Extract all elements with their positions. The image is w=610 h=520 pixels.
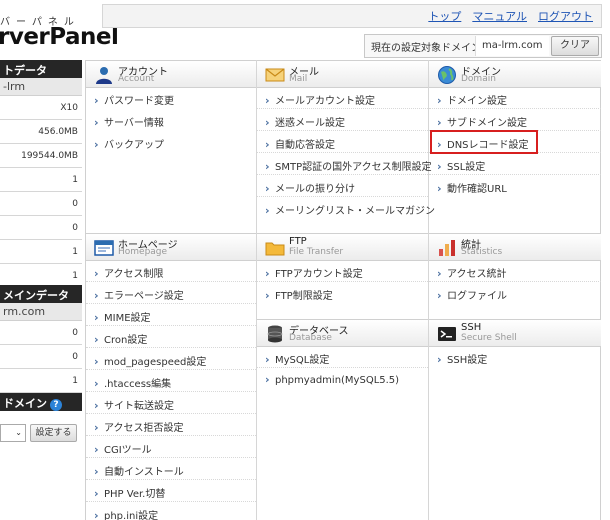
section-account-header: アカウント Account [86, 60, 256, 88]
menu-item-smtp-foreign-restriction[interactable]: SMTP認証の国外アクセス制限設定 [257, 154, 432, 175]
menu-item-php-version[interactable]: PHP Ver.切替 [86, 481, 256, 502]
menu-item-php-ini[interactable]: php.ini設定 [86, 503, 256, 520]
top-nav-bar: トップ マニュアル ログアウト [102, 4, 602, 28]
menu-item-cron[interactable]: Cron設定 [86, 327, 256, 348]
help-icon[interactable]: ? [50, 399, 62, 411]
menu-item-log-file[interactable]: ログファイル [429, 283, 601, 304]
folder-icon [265, 242, 285, 256]
menu-item-site-forwarding[interactable]: サイト転送設定 [86, 393, 256, 414]
target-domain-box: 現在の設定対象ドメイン ma-lrm.com クリア [364, 34, 602, 58]
menu-item-spam-filter[interactable]: 迷惑メール設定 [257, 110, 428, 131]
section-mail-header: メール Mail [257, 60, 428, 88]
target-domain-label: 現在の設定対象ドメイン [371, 43, 481, 54]
logo-title: rverPanel [0, 24, 119, 50]
menu-item-subdomain[interactable]: サブドメイン設定 [429, 110, 601, 131]
section-ftp-header: FTP File Transfer [257, 233, 428, 261]
menu-item-mailing-list[interactable]: メーリングリスト・メールマガジン [257, 198, 435, 219]
sidebar-row: 456.0MB [0, 120, 82, 144]
section-stats-subtitle: Statistics [461, 247, 503, 257]
menu-item-htaccess[interactable]: .htaccess編集 [86, 371, 256, 392]
section-domain-subtitle: Domain [461, 74, 496, 84]
sidebar-domain-title: ドメイン? [0, 393, 82, 411]
section-homepage-header: ホームページ Homepage [86, 233, 256, 261]
menu-item-auto-install[interactable]: 自動インストール [86, 459, 256, 480]
menu-item-ftp-account[interactable]: FTPアカウント設定 [257, 261, 428, 282]
section-mail-subtitle: Mail [289, 74, 308, 84]
sidebar-row: 1 [0, 240, 82, 264]
menu-item-domain-settings[interactable]: ドメイン設定 [429, 88, 601, 109]
section-database-subtitle: Database [289, 333, 332, 343]
section-domain-header: ドメイン Domain [429, 60, 601, 88]
menu-item-mysql[interactable]: MySQL設定 [257, 347, 428, 368]
user-icon [96, 67, 112, 84]
menu-item-ssl[interactable]: SSL設定 [429, 154, 601, 175]
globe-icon [438, 66, 456, 84]
sidebar-row: 1 [0, 369, 82, 393]
clear-button[interactable]: クリア [551, 36, 599, 56]
domain-select[interactable]: ⌄ [0, 424, 26, 442]
menu-item-test-url[interactable]: 動作確認URL [429, 176, 601, 197]
section-ssh-title: SSH [461, 322, 482, 333]
menu-item-cgi-tool[interactable]: CGIツール [86, 437, 256, 458]
target-domain-value: ma-lrm.com [475, 36, 549, 56]
section-ftp-title: FTP [289, 236, 307, 247]
dns-record-highlight [430, 130, 538, 154]
section-ssh-header: SSH Secure Shell [429, 319, 601, 347]
sidebar-row: 199544.0MB [0, 144, 82, 168]
sidebar-row: X10 [0, 96, 82, 120]
sidebar-main-domain-title: メインデータ [0, 285, 82, 303]
bar-chart-icon [439, 240, 455, 256]
menu-item-auto-reply[interactable]: 自動応答設定 [257, 132, 428, 153]
menu-item-password-change[interactable]: パスワード変更 [86, 88, 174, 109]
menu-item-ssh-settings[interactable]: SSH設定 [429, 347, 601, 368]
sidebar-account-name: -lrm [0, 78, 82, 96]
menu-item-backup[interactable]: バックアップ [86, 132, 164, 153]
menu-item-mail-account[interactable]: メールアカウント設定 [257, 88, 428, 109]
sidebar-row: 1 [0, 168, 82, 192]
section-database-header: データベース Database [257, 319, 428, 347]
domain-set-button[interactable]: 設定する [30, 424, 77, 442]
section-ssh-subtitle: Secure Shell [461, 333, 517, 343]
top-link-top[interactable]: トップ [428, 8, 461, 24]
section-stats-header: 統計 Statistics [429, 233, 601, 261]
menu-item-server-info[interactable]: サーバー情報 [86, 110, 164, 131]
sidebar-row: 0 [0, 192, 82, 216]
sidebar-account-data-title: トデータ [0, 60, 82, 78]
menu-item-ftp-restriction[interactable]: FTP制限設定 [257, 283, 428, 304]
sidebar-domain-title-text: ドメイン [3, 397, 47, 410]
menu-item-access-stats[interactable]: アクセス統計 [429, 261, 601, 282]
menu-item-mime[interactable]: MIME設定 [86, 305, 256, 326]
sidebar-row: 0 [0, 216, 82, 240]
menu-item-access-restriction[interactable]: アクセス制限 [86, 261, 256, 282]
section-ftp-subtitle: File Transfer [289, 247, 344, 257]
menu-item-mail-sorting[interactable]: メールの振り分け [257, 176, 428, 197]
menu-item-phpmyadmin[interactable]: phpmyadmin(MySQL5.5) [257, 369, 428, 390]
sidebar-row: 0 [0, 321, 82, 345]
top-nav-links: トップ マニュアル ログアウト [428, 8, 593, 24]
top-link-logout[interactable]: ログアウト [538, 8, 593, 24]
sidebar-row: 0 [0, 345, 82, 369]
section-account-subtitle: Account [118, 74, 155, 84]
menu-item-error-page[interactable]: エラーページ設定 [86, 283, 256, 304]
sidebar-main-domain-name: rm.com [0, 303, 82, 321]
menu-item-access-deny[interactable]: アクセス拒否設定 [86, 415, 256, 436]
top-link-manual[interactable]: マニュアル [472, 8, 527, 24]
database-icon [267, 325, 283, 343]
menu-item-mod-pagespeed[interactable]: mod_pagespeed設定 [86, 349, 256, 370]
terminal-icon [438, 327, 456, 341]
chevron-down-icon: ⌄ [15, 428, 22, 437]
envelope-icon [265, 68, 285, 82]
window-icon [94, 240, 114, 256]
section-homepage-subtitle: Homepage [118, 247, 168, 257]
